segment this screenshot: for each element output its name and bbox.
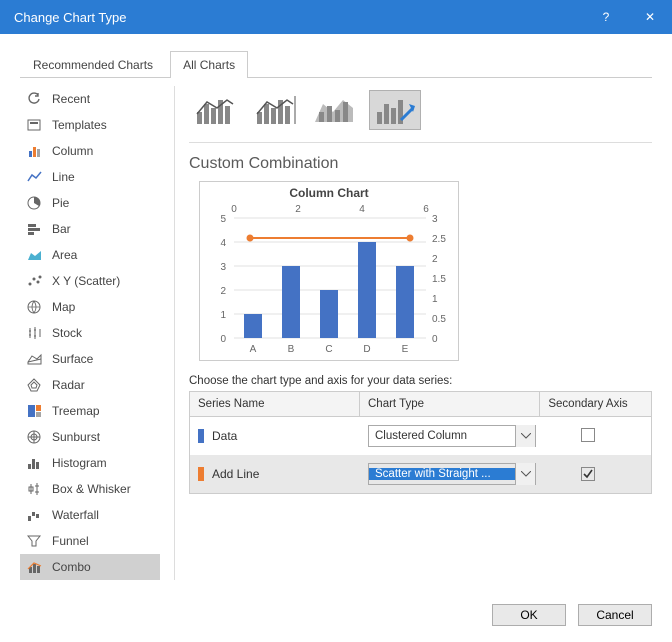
- tab-bar: Recommended Charts All Charts: [20, 50, 652, 78]
- sidebar-item-area[interactable]: Area: [20, 242, 160, 268]
- box-whisker-icon: [26, 481, 44, 497]
- svg-text:1: 1: [432, 294, 438, 305]
- series-swatch: [198, 429, 204, 443]
- sidebar-item-waterfall[interactable]: Waterfall: [20, 502, 160, 528]
- svg-text:2.5: 2.5: [432, 234, 446, 245]
- column-icon: [26, 143, 44, 159]
- svg-text:4: 4: [220, 238, 226, 249]
- sidebar-item-histogram[interactable]: Histogram: [20, 450, 160, 476]
- svg-text:2: 2: [432, 254, 438, 265]
- chart-type-sidebar: Recent Templates Column Line Pie Bar Are…: [20, 86, 160, 580]
- chart-preview[interactable]: Column Chart 0 1 2 3: [199, 181, 459, 361]
- map-icon: [26, 299, 44, 315]
- series-name-label: Data: [212, 429, 237, 443]
- funnel-icon: [26, 533, 44, 549]
- series-swatch: [198, 467, 204, 481]
- recent-icon: [26, 91, 44, 107]
- sidebar-item-stock[interactable]: Stock: [20, 320, 160, 346]
- histogram-icon: [26, 455, 44, 471]
- svg-text:6: 6: [423, 204, 429, 215]
- sidebar-item-pie[interactable]: Pie: [20, 190, 160, 216]
- sidebar-item-column[interactable]: Column: [20, 138, 160, 164]
- header-secondary-axis: Secondary Axis: [540, 392, 636, 416]
- combo-subtype-3[interactable]: [309, 90, 361, 130]
- series-table: Series Name Chart Type Secondary Axis Da…: [189, 391, 652, 494]
- chevron-down-icon: [515, 425, 535, 447]
- surface-icon: [26, 351, 44, 367]
- chart-type-select-addline[interactable]: Scatter with Straight ...: [368, 463, 536, 485]
- svg-text:C: C: [325, 344, 332, 355]
- svg-text:B: B: [288, 344, 295, 355]
- svg-text:1.5: 1.5: [432, 274, 446, 285]
- sidebar-item-box-whisker[interactable]: Box & Whisker: [20, 476, 160, 502]
- radar-icon: [26, 377, 44, 393]
- series-row-data[interactable]: Data Clustered Column: [190, 417, 651, 455]
- sidebar-item-treemap[interactable]: Treemap: [20, 398, 160, 424]
- combo-subtype-2[interactable]: [249, 90, 301, 130]
- secondary-axis-checkbox-data[interactable]: [581, 428, 595, 442]
- combo-subtype-1[interactable]: [189, 90, 241, 130]
- sidebar-item-map[interactable]: Map: [20, 294, 160, 320]
- main-panel: Custom Combination Column Chart 0: [189, 86, 652, 580]
- header-chart-type: Chart Type: [360, 392, 540, 416]
- stock-icon: [26, 325, 44, 341]
- area-icon: [26, 247, 44, 263]
- series-name-label: Add Line: [212, 467, 259, 481]
- subtype-heading: Custom Combination: [189, 155, 652, 173]
- svg-text:0: 0: [432, 334, 438, 345]
- scatter-icon: [26, 273, 44, 289]
- sidebar-item-bar[interactable]: Bar: [20, 216, 160, 242]
- ok-button[interactable]: OK: [492, 604, 566, 626]
- sidebar-item-sunburst[interactable]: Sunburst: [20, 424, 160, 450]
- bar-icon: [26, 221, 44, 237]
- svg-text:4: 4: [359, 204, 365, 215]
- titlebar: Change Chart Type ? ✕: [0, 0, 672, 34]
- tab-all-charts[interactable]: All Charts: [170, 51, 248, 78]
- sidebar-item-templates[interactable]: Templates: [20, 112, 160, 138]
- header-series-name: Series Name: [190, 392, 360, 416]
- vertical-divider: [174, 86, 175, 580]
- svg-text:A: A: [250, 344, 257, 355]
- svg-text:D: D: [363, 344, 370, 355]
- chart-type-select-data[interactable]: Clustered Column: [368, 425, 536, 447]
- svg-text:3: 3: [432, 214, 438, 225]
- series-row-addline[interactable]: Add Line Scatter with Straight ...: [190, 455, 651, 493]
- svg-text:2: 2: [295, 204, 301, 215]
- pie-icon: [26, 195, 44, 211]
- combo-icon: [26, 559, 44, 575]
- svg-text:5: 5: [220, 214, 226, 225]
- window-title: Change Chart Type: [14, 10, 584, 25]
- sidebar-item-radar[interactable]: Radar: [20, 372, 160, 398]
- series-instruction: Choose the chart type and axis for your …: [189, 375, 652, 387]
- dialog-footer: OK Cancel: [0, 592, 672, 642]
- sunburst-icon: [26, 429, 44, 445]
- help-button[interactable]: ?: [584, 0, 628, 34]
- sidebar-item-recent[interactable]: Recent: [20, 86, 160, 112]
- waterfall-icon: [26, 507, 44, 523]
- sidebar-item-surface[interactable]: Surface: [20, 346, 160, 372]
- svg-text:E: E: [402, 344, 409, 355]
- cancel-button[interactable]: Cancel: [578, 604, 652, 626]
- secondary-axis-checkbox-addline[interactable]: [581, 467, 595, 481]
- chevron-down-icon: [515, 463, 535, 485]
- line-icon: [26, 169, 44, 185]
- combo-subtype-custom[interactable]: [369, 90, 421, 130]
- subtype-thumbnails: [189, 86, 652, 143]
- templates-icon: [26, 117, 44, 133]
- series-table-header: Series Name Chart Type Secondary Axis: [190, 392, 651, 417]
- treemap-icon: [26, 403, 44, 419]
- svg-text:3: 3: [220, 262, 226, 273]
- sidebar-item-combo[interactable]: Combo: [20, 554, 160, 580]
- sidebar-item-line[interactable]: Line: [20, 164, 160, 190]
- sidebar-item-funnel[interactable]: Funnel: [20, 528, 160, 554]
- tab-recommended-charts[interactable]: Recommended Charts: [20, 51, 166, 78]
- svg-text:1: 1: [220, 310, 226, 321]
- sidebar-item-scatter[interactable]: X Y (Scatter): [20, 268, 160, 294]
- svg-text:0: 0: [231, 204, 237, 215]
- svg-text:0: 0: [220, 334, 226, 345]
- close-button[interactable]: ✕: [628, 0, 672, 34]
- svg-text:2: 2: [220, 286, 226, 297]
- svg-text:0.5: 0.5: [432, 314, 446, 325]
